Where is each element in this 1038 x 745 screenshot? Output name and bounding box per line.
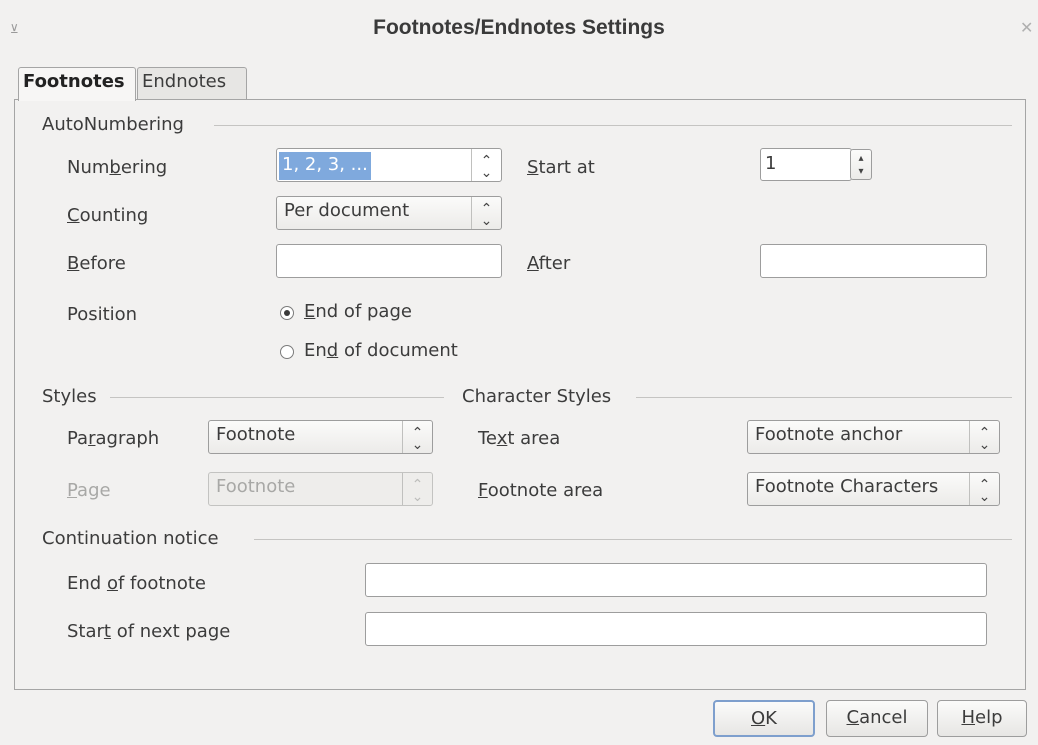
after-input[interactable] — [760, 244, 987, 278]
start-at-label: Start at — [527, 157, 595, 178]
numbering-label: Numbering — [67, 157, 168, 178]
section-continuation-notice: Continuation notice — [42, 528, 219, 549]
combo-arrows-icon: ⌃ ⌄ — [402, 421, 432, 453]
text-area-style-value: Footnote anchor — [755, 424, 903, 445]
start-at-input[interactable]: 1 — [760, 148, 852, 181]
end-of-page-radio[interactable] — [280, 306, 294, 320]
page-style-value: Footnote — [216, 476, 296, 497]
ok-button[interactable]: OK — [713, 700, 815, 737]
end-of-footnote-label: End of footnote — [67, 573, 206, 594]
section-styles: Styles — [42, 386, 97, 407]
before-label: Before — [67, 253, 126, 274]
page-style-select: Footnote ⌃ ⌄ — [208, 472, 433, 506]
start-of-next-page-label: Start of next page — [67, 621, 231, 642]
position-label: Position — [67, 304, 138, 325]
end-of-document-radio[interactable] — [280, 345, 294, 359]
before-input[interactable] — [276, 244, 502, 278]
counting-value: Per document — [284, 200, 410, 221]
footnote-area-style-select[interactable]: Footnote Characters ⌃ ⌄ — [747, 472, 1000, 506]
section-divider — [110, 397, 444, 398]
combo-arrows-icon: ⌃ ⌄ — [969, 473, 999, 505]
paragraph-label: Paragraph — [67, 428, 160, 449]
start-of-next-page-input[interactable] — [365, 612, 987, 646]
numbering-value: 1, 2, 3, ... — [279, 152, 371, 180]
combo-arrows-icon: ⌃ ⌄ — [471, 197, 501, 229]
combo-arrows-icon: ⌃ ⌄ — [969, 421, 999, 453]
cancel-button[interactable]: Cancel — [826, 700, 928, 737]
paragraph-style-value: Footnote — [216, 424, 296, 445]
footnote-area-style-value: Footnote Characters — [755, 476, 939, 497]
section-divider — [214, 125, 1012, 126]
section-autonumbering: AutoNumbering — [42, 114, 184, 135]
tab-footnotes[interactable]: Footnotes — [18, 67, 136, 101]
text-area-label: Text area — [478, 428, 561, 449]
combo-arrows-icon: ⌃ ⌄ — [402, 473, 432, 505]
combo-arrows-icon: ⌃ ⌄ — [471, 149, 501, 181]
spin-arrows-icon[interactable]: ▴ ▾ — [850, 149, 872, 180]
section-divider — [254, 539, 1012, 540]
dialog-title: Footnotes/Endnotes Settings — [373, 16, 665, 39]
section-character-styles: Character Styles — [462, 386, 612, 407]
counting-label: Counting — [67, 205, 149, 226]
help-button[interactable]: Help — [937, 700, 1027, 737]
end-of-page-label[interactable]: End of page — [304, 301, 412, 322]
numbering-select[interactable]: 1, 2, 3, ... ⌃ ⌄ — [276, 148, 502, 182]
counting-select[interactable]: Per document ⌃ ⌄ — [276, 196, 502, 230]
start-at-spinbox[interactable]: 1 ▴ ▾ — [760, 148, 874, 182]
footnote-area-label: Footnote area — [478, 480, 604, 501]
end-of-document-label[interactable]: End of document — [304, 340, 458, 361]
tab-endnotes[interactable]: Endnotes — [137, 67, 247, 100]
page-label: Page — [67, 480, 111, 501]
section-divider — [636, 397, 1012, 398]
paragraph-style-select[interactable]: Footnote ⌃ ⌄ — [208, 420, 433, 454]
end-of-footnote-input[interactable] — [365, 563, 987, 597]
close-icon[interactable]: ✕ — [1020, 20, 1033, 36]
text-area-style-select[interactable]: Footnote anchor ⌃ ⌄ — [747, 420, 1000, 454]
after-label: After — [527, 253, 571, 274]
